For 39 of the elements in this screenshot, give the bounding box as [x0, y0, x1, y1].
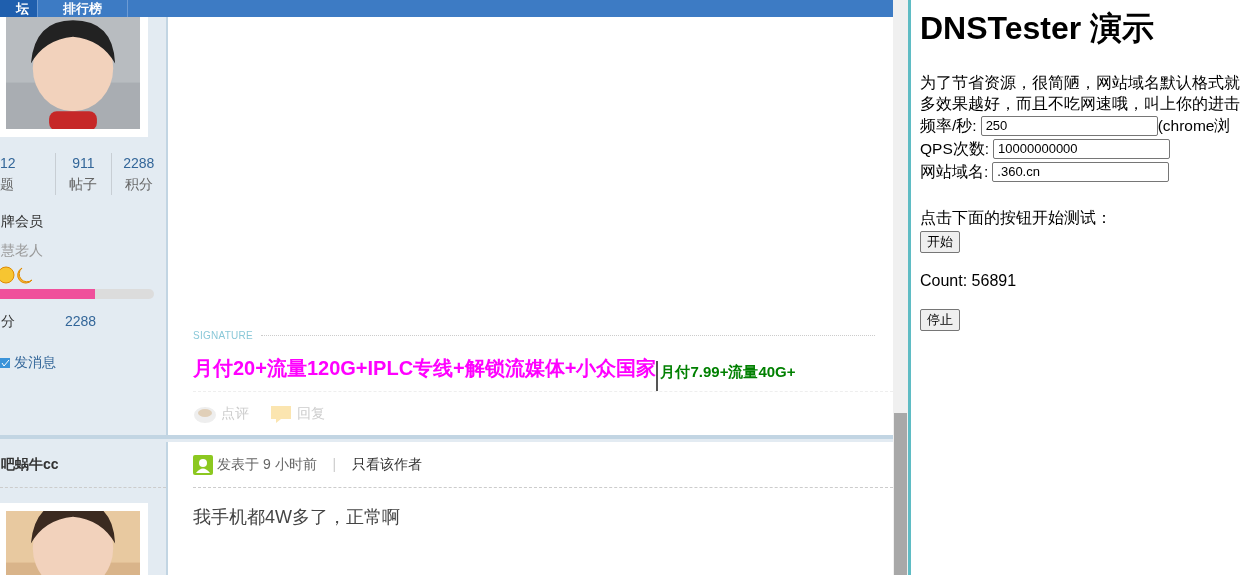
field-note: (chrome浏 [1157, 115, 1231, 136]
stat-value: 12 [0, 154, 16, 173]
separator-text: | [332, 455, 337, 474]
intro-text: 多效果越好，而且不吃网速哦，叫上你的进击 [920, 94, 1241, 114]
points-value: 2288 [65, 312, 97, 331]
user-icon [193, 454, 213, 475]
post-content: 我手机都4W多了，正常啊 [193, 506, 401, 529]
input-field[interactable]: 250 [980, 115, 1158, 136]
start-button[interactable]: 开始 [920, 231, 960, 253]
prompt-text: 点击下面的按钮开始测试： [920, 208, 1113, 228]
signature-label: SIGNATURE [193, 329, 253, 343]
input-field[interactable]: 10000000000 [993, 138, 1171, 159]
intro-text: 为了节省资源，很简陋，网站域名默认格式就 [920, 73, 1241, 93]
stat-value: 911 [72, 154, 95, 173]
scrollbar-thumb[interactable] [894, 413, 907, 575]
post-time: 发表于 9 小时前 [217, 455, 317, 474]
rank-text: 牌会员 [1, 212, 44, 231]
emoji-icons [0, 265, 34, 285]
author-name: 吧蜗牛cc [1, 455, 59, 474]
nav-tab[interactable]: 坛 [0, 0, 38, 17]
checkbox-icon [0, 357, 10, 368]
input-field[interactable]: .360.cn [992, 161, 1170, 182]
stat-label: 帖子 [69, 175, 98, 194]
stop-button[interactable]: 停止 [920, 309, 960, 331]
page-title: DNSTester 演示 [920, 9, 1156, 48]
author-only-link[interactable]: 只看该作者 [352, 454, 423, 475]
stat-value: 2288 [123, 154, 155, 173]
speech-bubble-icon [269, 403, 293, 424]
count-text: Count: 56891 [920, 271, 1018, 291]
stat-label: 积分 [124, 175, 153, 194]
signature-text: 月付20+流量120G+IPLC专线+解锁流媒体+小众国家 [193, 356, 657, 381]
signature-text: 月付7.99+流量40G+ [656, 360, 796, 391]
field-label: 网站域名: [920, 161, 989, 182]
points-label: 分 [1, 312, 16, 331]
title-text: 慧老人 [1, 241, 44, 260]
stat-label: 题 [0, 175, 14, 194]
field-label: QPS次数: [920, 138, 990, 159]
field-label: 频率/秒: [920, 115, 977, 136]
send-message-link[interactable]: 发消息 [14, 352, 56, 373]
